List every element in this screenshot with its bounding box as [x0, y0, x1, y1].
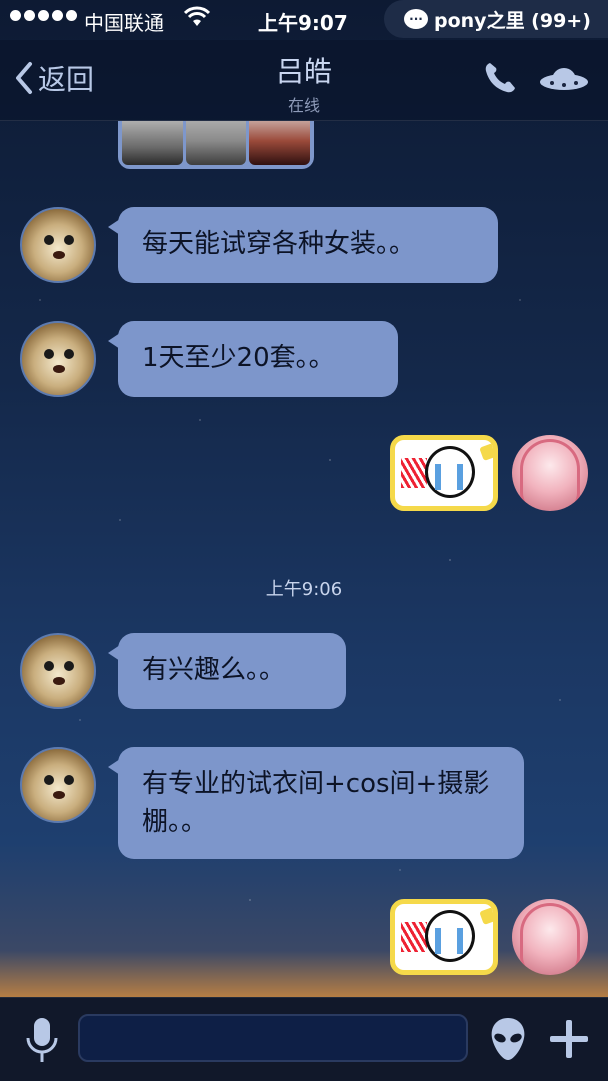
message-bubble[interactable]: 每天能试穿各种女装。。	[108, 207, 498, 283]
alien-icon[interactable]	[488, 1016, 528, 1062]
input-bar	[0, 997, 608, 1081]
microphone-icon[interactable]	[22, 1016, 62, 1064]
nav-bar: 返回 吕皓 在线	[0, 40, 608, 121]
contact-avatar[interactable]	[20, 321, 96, 397]
contact-avatar[interactable]	[20, 747, 96, 823]
my-avatar[interactable]	[512, 899, 588, 975]
message-timestamp: 上午9:06	[265, 579, 343, 600]
carrier-name: 中国联通	[84, 11, 164, 35]
sticker-message[interactable]	[390, 435, 498, 511]
signal-strength-icon	[10, 10, 77, 21]
ufo-icon[interactable]	[538, 62, 590, 94]
message-text: 1天至少20套。。	[142, 343, 335, 373]
message-text: 有专业的试衣间+cos间+摄影棚。。	[142, 769, 490, 837]
message-text: 每天能试穿各种女装。。	[142, 229, 416, 259]
contact-avatar[interactable]	[20, 633, 96, 709]
image-message[interactable]	[118, 121, 314, 169]
status-bar: 中国联通 上午9:07 ··· pony之里 (99+)	[0, 0, 608, 40]
contact-avatar[interactable]	[20, 207, 96, 283]
message-bubble[interactable]: 有兴趣么。。	[108, 633, 346, 709]
message-bubble[interactable]: 1天至少20套。。	[108, 321, 398, 397]
my-avatar[interactable]	[512, 435, 588, 511]
status-time: 上午9:07	[258, 11, 348, 35]
phone-icon[interactable]	[482, 60, 518, 96]
sticker-message[interactable]	[390, 899, 498, 975]
photo-thumbnail	[249, 121, 311, 165]
notification-text: pony之里 (99+)	[434, 9, 591, 32]
chat-bubble-icon: ···	[404, 9, 428, 29]
photo-thumbnail	[122, 121, 183, 165]
plus-icon[interactable]	[548, 1018, 590, 1060]
message-input[interactable]	[78, 1014, 468, 1062]
message-bubble[interactable]: 有专业的试衣间+cos间+摄影棚。。	[108, 747, 524, 859]
photo-thumbnail	[185, 121, 247, 165]
message-text: 有兴趣么。。	[142, 655, 286, 685]
chat-area[interactable]: 每天能试穿各种女装。。 1天至少20套。。 上午9:06 有兴趣么。。 有专业的…	[0, 121, 608, 997]
notification-pill[interactable]: ··· pony之里 (99+)	[384, 0, 608, 38]
wifi-icon	[184, 6, 210, 26]
